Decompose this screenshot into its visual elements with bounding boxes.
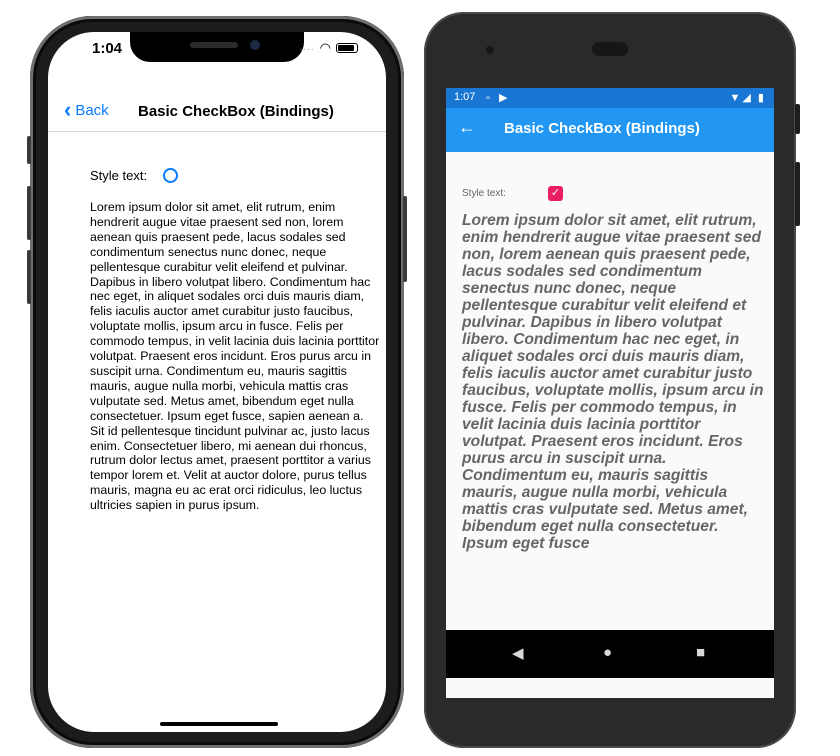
- iphone-frame: 1:04 .... ◠ ‹ Back Basic CheckBox (Bindi…: [27, 16, 407, 748]
- ios-home-indicator[interactable]: [160, 722, 278, 726]
- android-frame: 1:07 ▫ ▶ ▼◢ ▮ ← Basic CheckBox (Bindings…: [424, 12, 800, 748]
- android-page-title: Basic CheckBox (Bindings): [504, 120, 700, 137]
- ios-navigation-bar: ‹ Back Basic CheckBox (Bindings): [48, 92, 386, 132]
- android-power-button: [795, 104, 800, 134]
- iphone-speaker: [190, 42, 238, 48]
- iphone-mute-switch: [27, 136, 31, 164]
- home-circle-icon[interactable]: ●: [603, 644, 612, 661]
- android-earpiece: [592, 42, 628, 56]
- ios-lorem-text: Lorem ipsum dolor sit amet, elit rutrum,…: [90, 200, 380, 513]
- android-status-bar: 1:07 ▫ ▶ ▼◢ ▮: [446, 88, 774, 108]
- iphone-side-button: [403, 196, 407, 282]
- android-style-text-label: Style text:: [462, 188, 506, 199]
- ios-status-time: 1:04: [92, 40, 123, 57]
- ios-page-title: Basic CheckBox (Bindings): [138, 103, 334, 120]
- ios-style-text-row: Style text:: [90, 168, 179, 183]
- ios-back-button[interactable]: ‹ Back: [64, 97, 109, 122]
- ios-signal-icon: ....: [299, 42, 315, 53]
- ios-status-icons: .... ◠: [299, 39, 358, 55]
- ios-style-text-label: Style text:: [90, 168, 148, 183]
- android-lorem-text: Lorem ipsum dolor sit amet, elit rutrum,…: [462, 212, 764, 552]
- ios-style-text-checkbox[interactable]: [163, 168, 179, 183]
- android-style-text-checkbox[interactable]: ✓: [548, 186, 563, 201]
- android-volume-button: [795, 162, 800, 226]
- android-status-time: 1:07: [454, 91, 476, 103]
- ios-wifi-icon: ◠: [319, 39, 331, 55]
- iphone-volume-down-button: [27, 250, 31, 304]
- android-screen: 1:07 ▫ ▶ ▼◢ ▮ ← Basic CheckBox (Bindings…: [446, 88, 774, 698]
- android-signal-battery-icon: ▼◢ ▮: [729, 92, 766, 104]
- iphone-notch: [130, 32, 304, 62]
- ios-battery-icon: [336, 42, 358, 53]
- android-navigation-bar: ◀ ● ■: [446, 630, 774, 678]
- ios-screen: 1:04 .... ◠ ‹ Back Basic CheckBox (Bindi…: [48, 32, 386, 732]
- android-toolbar: ← Basic CheckBox (Bindings): [446, 108, 774, 152]
- android-sensor: [486, 46, 494, 54]
- iphone-camera: [250, 40, 260, 50]
- chevron-left-icon: ‹: [64, 97, 72, 122]
- recents-square-icon[interactable]: ■: [696, 644, 705, 661]
- back-triangle-icon[interactable]: ◀: [512, 644, 524, 662]
- ios-back-label: Back: [75, 101, 109, 119]
- iphone-volume-up-button: [27, 186, 31, 240]
- android-style-text-row: Style text: ✓: [462, 186, 563, 201]
- android-notification-icons: ▫ ▶: [486, 92, 511, 104]
- arrow-left-icon[interactable]: ←: [458, 117, 476, 138]
